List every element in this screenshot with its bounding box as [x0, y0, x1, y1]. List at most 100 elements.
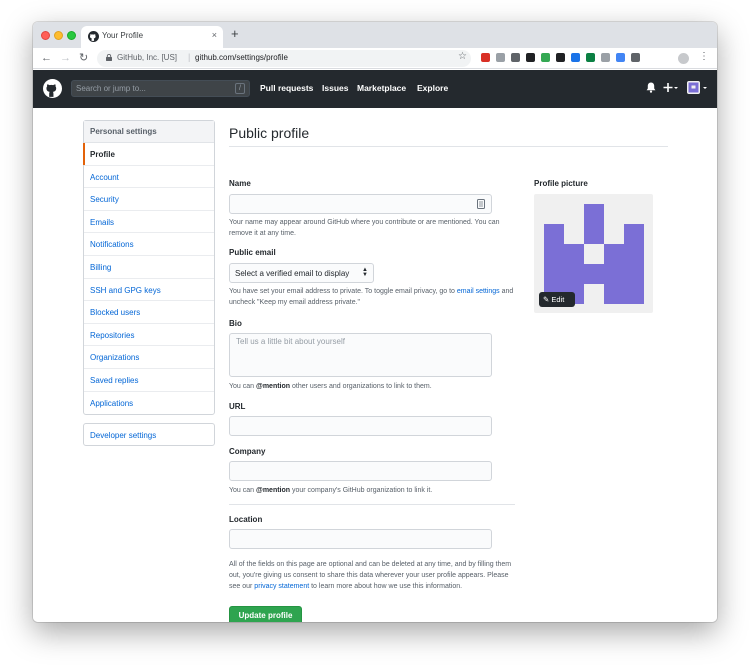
close-tab-icon[interactable]: ×	[212, 30, 217, 40]
company-field[interactable]	[229, 461, 492, 481]
back-arrow-icon[interactable]: ←	[41, 51, 52, 65]
github-favicon-icon	[88, 31, 99, 42]
tab-title: Your Profile	[102, 31, 144, 40]
browser-extension-icon[interactable]	[526, 53, 535, 62]
sidebar-item-developer-settings[interactable]: Developer settings	[83, 423, 215, 446]
location-divider	[229, 504, 515, 505]
profile-picture[interactable]: ✎ Edit	[534, 194, 653, 313]
browser-menu-icon[interactable]: ⋮	[699, 51, 709, 63]
browser-extension-icon[interactable]	[586, 53, 595, 62]
sidebar-item-profile[interactable]: Profile	[83, 143, 214, 166]
sidebar-item-repositories[interactable]: Repositories	[84, 324, 214, 347]
disclaimer-note: All of the fields on this page are optio…	[229, 559, 519, 592]
sidebar-item-account[interactable]: Account	[84, 166, 214, 189]
sidebar-item-blocked-users[interactable]: Blocked users	[84, 301, 214, 324]
browser-extension-icon[interactable]	[631, 53, 640, 62]
privacy-statement-link[interactable]: privacy statement	[254, 583, 309, 590]
location-field[interactable]	[229, 529, 492, 549]
browser-extension-icon[interactable]	[556, 53, 565, 62]
lock-icon	[106, 54, 112, 61]
forward-arrow-icon[interactable]: →	[60, 51, 71, 65]
minimize-window-button[interactable]	[54, 31, 63, 40]
sidebar-item-emails[interactable]: Emails	[84, 211, 214, 234]
url-label: URL	[229, 402, 246, 411]
sidebar-item-billing[interactable]: Billing	[84, 256, 214, 279]
sidebar-item-security[interactable]: Security	[84, 188, 214, 211]
create-new-plus-icon[interactable]	[663, 82, 679, 93]
name-field[interactable]	[229, 194, 492, 214]
nav-explore[interactable]: Explore	[417, 83, 448, 93]
url-divider: |	[188, 52, 191, 62]
browser-profile-avatar[interactable]	[678, 53, 689, 64]
autofill-card-icon[interactable]	[477, 199, 485, 209]
browser-extension-icon[interactable]	[496, 53, 505, 62]
company-label: Company	[229, 447, 266, 456]
reload-icon[interactable]: ↻	[79, 51, 88, 65]
pencil-icon: ✎	[543, 295, 550, 304]
edit-avatar-button[interactable]: ✎ Edit	[539, 292, 575, 307]
browser-extension-icon[interactable]	[601, 53, 610, 62]
nav-marketplace[interactable]: Marketplace	[357, 83, 406, 93]
identicon-avatar	[544, 204, 644, 304]
company-note-mention: @mention	[256, 487, 291, 494]
new-tab-button[interactable]: +	[231, 27, 239, 40]
public-email-select[interactable]: Select a verified email to display ▲ ▼	[229, 263, 374, 283]
location-label: Location	[229, 515, 263, 524]
name-label: Name	[229, 179, 251, 188]
search-input[interactable]	[76, 82, 226, 95]
email-settings-link[interactable]: email settings	[457, 288, 500, 295]
maximize-window-button[interactable]	[67, 31, 76, 40]
public-email-note: You have set your email address to priva…	[229, 286, 519, 308]
slash-shortcut-badge: /	[235, 83, 245, 94]
profile-picture-label: Profile picture	[534, 179, 588, 188]
company-note-tail: your company's GitHub organization to li…	[290, 487, 433, 494]
url-text[interactable]: github.com/settings/profile	[195, 53, 288, 62]
page-title: Public profile	[229, 125, 310, 141]
bio-note: You can @mention other users and organiz…	[229, 381, 519, 392]
bio-textarea[interactable]	[229, 333, 492, 377]
browser-extension-icon[interactable]	[571, 53, 580, 62]
tab-your-profile[interactable]: Your Profile ×	[81, 26, 223, 48]
select-arrows-icon: ▲ ▼	[362, 267, 368, 278]
update-profile-button[interactable]: Update profile	[229, 606, 302, 622]
search-box: /	[71, 80, 250, 97]
browser-extension-icon[interactable]	[616, 53, 625, 62]
bio-note-text: You can	[229, 383, 256, 390]
public-email-label: Public email	[229, 248, 276, 257]
address-bar[interactable]: GitHub, Inc. [US] | github.com/settings/…	[97, 50, 471, 67]
edit-avatar-label: Edit	[551, 295, 565, 304]
sidebar-item-applications[interactable]: Applications	[84, 392, 214, 415]
browser-window: Your Profile × + ← → ↻ GitHub, Inc. [US]…	[33, 22, 717, 622]
notifications-bell-icon[interactable]	[646, 82, 656, 93]
settings-sidebar: Personal settings Profile Account Securi…	[83, 120, 215, 416]
sidebar-item-ssh-gpg-keys[interactable]: SSH and GPG keys	[84, 279, 214, 302]
bio-note-tail: other users and organizations to link to…	[290, 383, 432, 390]
url-field[interactable]	[229, 416, 492, 436]
sidebar-item-saved-replies[interactable]: Saved replies	[84, 369, 214, 392]
sidebar-heading: Personal settings	[84, 121, 214, 143]
browser-extension-icon[interactable]	[481, 53, 490, 62]
public-email-selected-value: Select a verified email to display	[235, 269, 350, 278]
nav-pull-requests[interactable]: Pull requests	[260, 83, 313, 93]
github-logo-icon[interactable]	[43, 79, 62, 98]
email-note-text: You have set your email address to priva…	[229, 288, 457, 295]
site-identity: GitHub, Inc. [US]	[117, 53, 178, 62]
company-note: You can @mention your company's GitHub o…	[229, 485, 519, 496]
browser-toolbar: ← → ↻ GitHub, Inc. [US] | github.com/set…	[33, 48, 717, 69]
sidebar-item-notifications[interactable]: Notifications	[84, 233, 214, 256]
github-header: / Pull requests Issues Marketplace Explo…	[33, 70, 717, 108]
disclaimer-tail: to learn more about how we use this info…	[309, 583, 463, 590]
bio-label: Bio	[229, 319, 242, 328]
settings-page: Personal settings Profile Account Securi…	[33, 108, 717, 622]
browser-extension-icon[interactable]	[541, 53, 550, 62]
bio-note-mention: @mention	[256, 383, 291, 390]
title-divider	[229, 146, 668, 147]
tab-bar: Your Profile × +	[33, 22, 717, 48]
sidebar-item-organizations[interactable]: Organizations	[84, 346, 214, 369]
user-avatar-menu-icon[interactable]	[687, 81, 708, 95]
nav-issues[interactable]: Issues	[322, 83, 348, 93]
close-window-button[interactable]	[41, 31, 50, 40]
browser-extension-icon[interactable]	[511, 53, 520, 62]
bookmark-star-icon[interactable]: ☆	[458, 51, 467, 62]
company-note-text: You can	[229, 487, 256, 494]
